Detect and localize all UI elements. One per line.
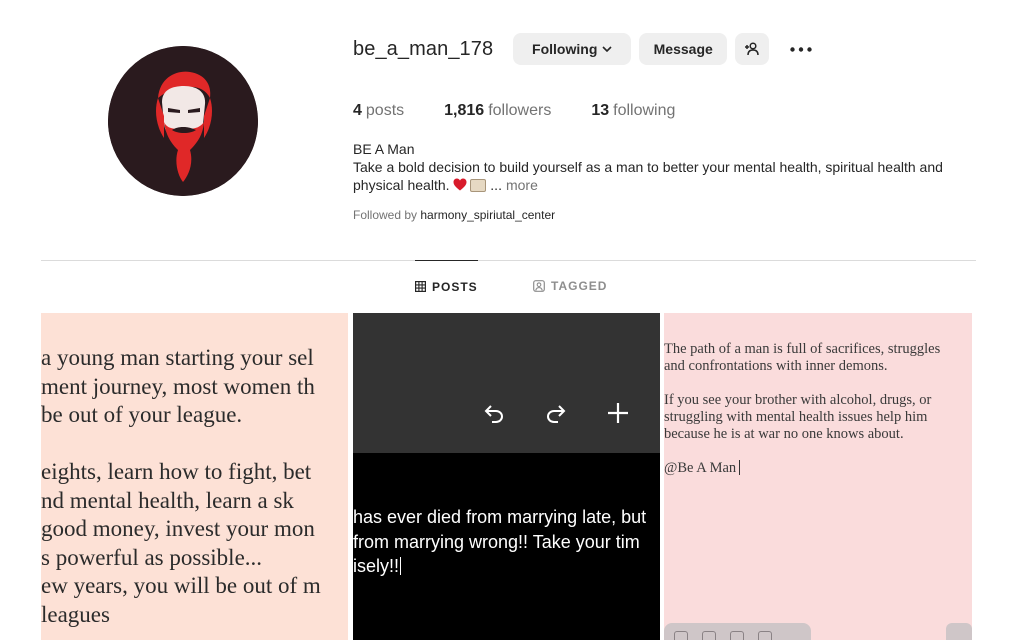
followers-link[interactable]: 1,816 followers [444, 102, 551, 120]
post-tile[interactable]: has ever died from marrying late, but fr… [353, 313, 660, 640]
profile-stats: 4 posts 1,816 followers 13 following [353, 102, 973, 120]
post-tile[interactable]: a young man starting your sel ment journ… [41, 313, 348, 640]
editor-tools [482, 401, 630, 425]
editor-toolbar-area [353, 313, 660, 453]
keyboard-toolbar [664, 623, 811, 640]
bio-text: Take a bold decision to build yourself a… [353, 159, 943, 193]
bio-more-link[interactable]: more [506, 177, 538, 193]
red-heart-emoji-icon [453, 178, 467, 191]
chevron-down-icon [602, 46, 612, 52]
grid-icon [415, 281, 426, 292]
profile-username: be_a_man_178 [353, 37, 494, 60]
image-icon [674, 631, 688, 640]
tab-tagged[interactable]: TAGGED [533, 260, 607, 312]
suggest-similar-button[interactable] [735, 33, 770, 65]
post-tile[interactable]: The path of a man is full of sacrifices,… [664, 313, 972, 640]
plus-icon [608, 403, 628, 423]
more-options-icon [790, 46, 812, 52]
tab-posts[interactable]: POSTS [415, 260, 478, 312]
profile-avatar[interactable] [108, 46, 258, 196]
following-button[interactable]: Following [513, 33, 632, 65]
more-options-button[interactable] [785, 33, 817, 65]
profile-bio: BE A Man Take a bold decision to build y… [353, 140, 973, 194]
keyboard-icon [946, 623, 972, 640]
bio-name: BE A Man [353, 141, 415, 157]
followed-by[interactable]: Followed by harmony_spiriutal_center [353, 208, 973, 222]
message-button[interactable]: Message [639, 33, 728, 65]
add-user-icon [745, 42, 759, 56]
post-text: a young man starting your sel ment journ… [41, 345, 321, 627]
emoji-icon [702, 631, 716, 640]
profile-tabs: POSTS TAGGED [0, 260, 1020, 312]
tagged-user-icon [533, 280, 545, 292]
followed-by-user[interactable]: harmony_spiriutal_center [420, 208, 555, 222]
posts-count: 4 posts [353, 102, 405, 119]
card-emoji-icon [470, 179, 487, 192]
following-button-label: Following [532, 41, 598, 57]
profile-info: be_a_man_178 Following Message 4 posts 1,… [353, 32, 973, 222]
post-text: The path of a man is full of sacrifices,… [664, 341, 941, 476]
profile-actions-row: be_a_man_178 Following Message [353, 32, 973, 66]
undo-icon [484, 405, 504, 423]
bearded-man-logo-icon [108, 46, 258, 196]
redo-icon [546, 405, 566, 423]
following-link[interactable]: 13 following [591, 102, 675, 120]
mic-icon [730, 631, 744, 640]
list-icon [758, 631, 772, 640]
post-text: has ever died from marrying late, but fr… [353, 507, 647, 576]
